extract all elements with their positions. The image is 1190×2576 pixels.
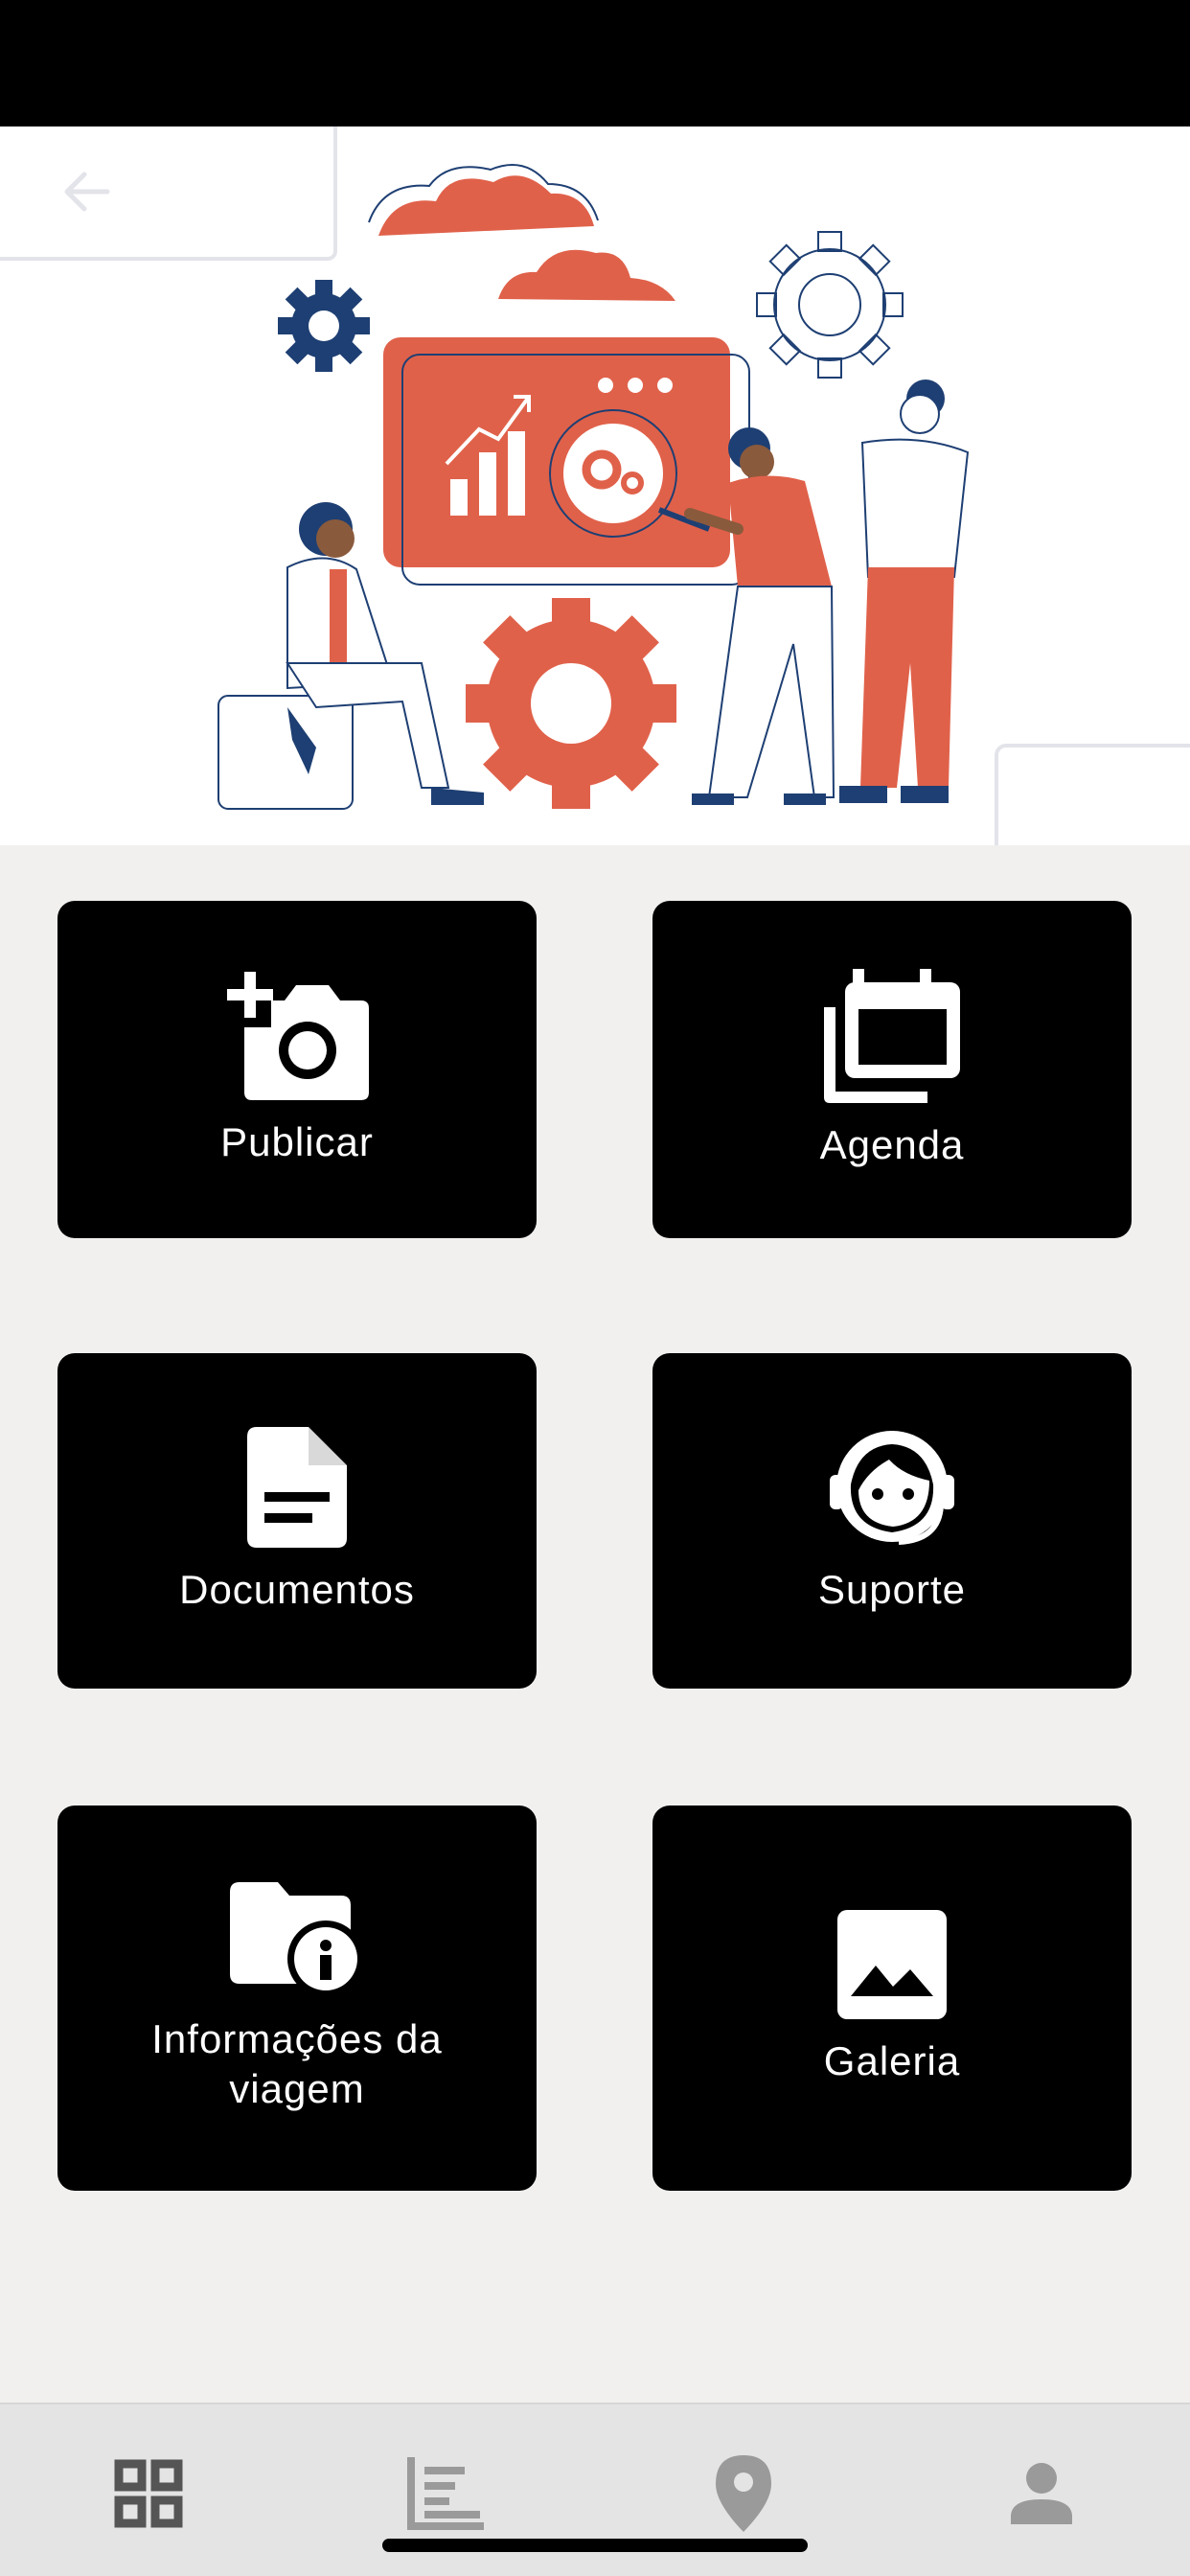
tile-label: Agenda [819,1122,965,1167]
home-indicator [382,2539,808,2552]
agenda-tile[interactable]: Agenda [652,901,1132,1238]
nav-item-location[interactable] [700,2450,787,2537]
hero-illustration [0,126,1190,845]
calendar-stack-icon [824,969,960,1103]
tile-label: Documentos [179,1567,415,1612]
publicar-tile[interactable]: Publicar [57,901,537,1238]
location-pin-icon [716,2455,771,2532]
person-icon [1011,2463,1072,2524]
folder-info-icon [230,1882,364,1997]
image-icon [837,1910,947,2019]
status-bar [0,0,1190,126]
tile-label: Suporte [817,1567,967,1612]
support-agent-icon [830,1431,954,1545]
tile-label: Galeria [823,2038,961,2083]
nav-item-profile[interactable] [998,2450,1085,2537]
informacoes-da-viagem-tile[interactable]: Informações da viagem [57,1806,537,2191]
grid-icon [114,2459,183,2528]
nav-item-home[interactable] [105,2450,192,2537]
timeline-chart-icon [407,2457,484,2530]
document-icon [247,1427,347,1548]
tile-label: Informações da viagem [151,2016,443,2111]
nav-item-timeline[interactable] [402,2450,489,2537]
menu-grid: Publicar Agenda Documentos Suporte Infor… [0,845,1190,2403]
arrow-left-icon [64,172,110,212]
galeria-tile[interactable]: Galeria [652,1806,1132,2191]
back-button[interactable] [0,126,337,261]
documentos-tile[interactable]: Documentos [57,1353,537,1689]
tile-label: Publicar [220,1119,374,1164]
add-camera-icon [227,972,369,1100]
suporte-tile[interactable]: Suporte [652,1353,1132,1689]
